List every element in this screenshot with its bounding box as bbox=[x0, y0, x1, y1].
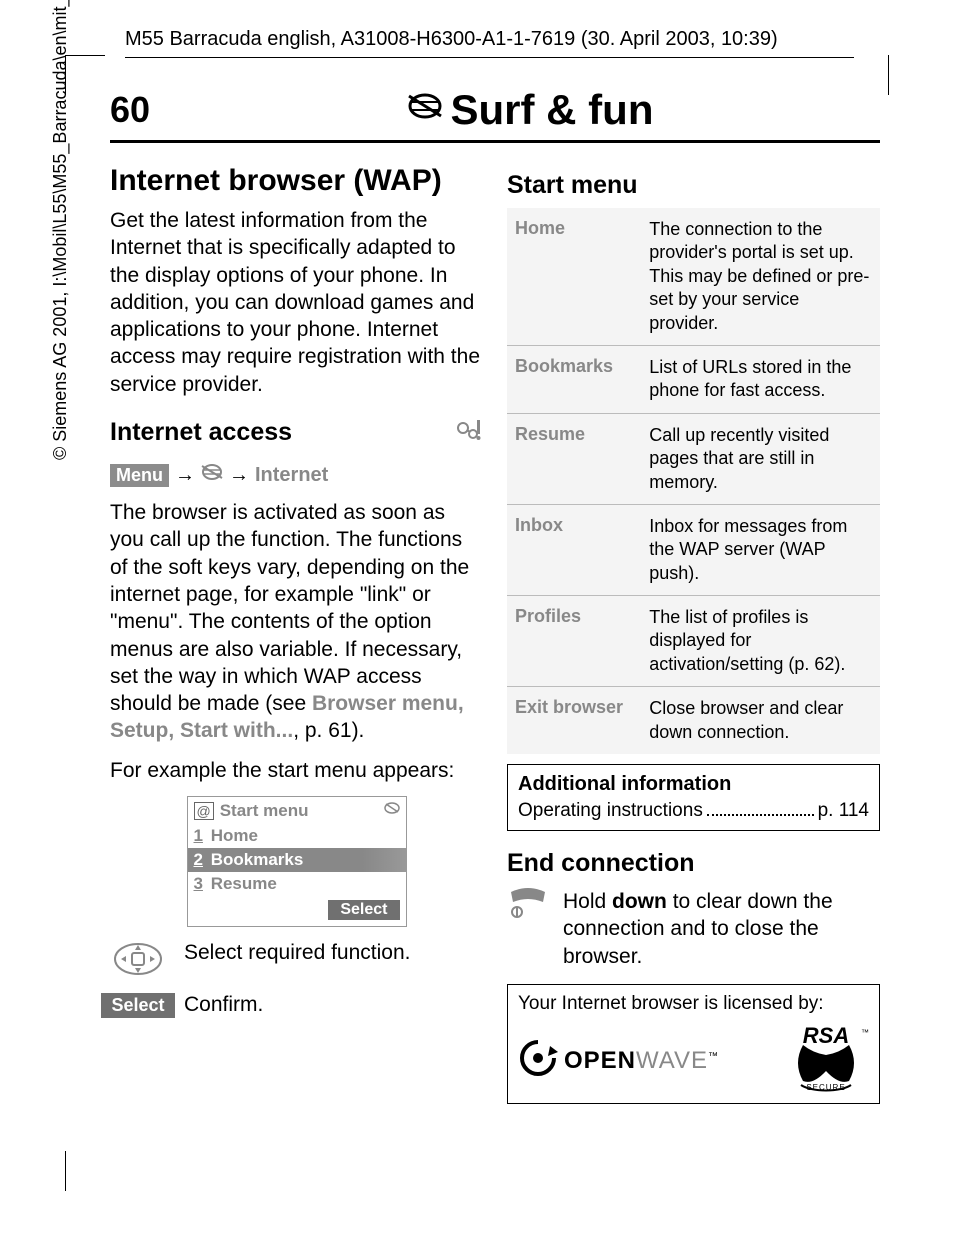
crop-mark-bl bbox=[65, 1151, 105, 1191]
heading-wap: Internet browser (WAP) bbox=[110, 163, 483, 199]
rsa-logo: RSA ™ SECURE bbox=[783, 1023, 869, 1099]
copyright-sidebar: © Siemens AG 2001, I:\Mobil\L55\M55_Barr… bbox=[50, 0, 71, 460]
instruction-confirm: Select Confirm. bbox=[110, 993, 483, 1018]
additional-info-line: Operating instructions p. 114 bbox=[518, 800, 869, 822]
menu-desc: Inbox for messages from the WAP server (… bbox=[641, 504, 880, 595]
page-title: Surf & fun bbox=[180, 86, 880, 134]
instruction-confirm-text: Confirm. bbox=[184, 993, 483, 1017]
heading-internet-access: Internet access bbox=[110, 418, 292, 447]
svg-text:RSA: RSA bbox=[803, 1023, 849, 1048]
menu-path: Menu → → Internet bbox=[110, 461, 483, 489]
table-row: InboxInbox for messages from the WAP ser… bbox=[507, 504, 880, 595]
additional-info-box: Additional information Operating instruc… bbox=[507, 764, 880, 831]
phone-screen-mock: @ Start menu 1 Home 2 Bookmarks 3 Resume… bbox=[187, 796, 407, 927]
page-body: 60 Surf & fun Internet browser (WAP) Get… bbox=[110, 86, 880, 1104]
screen-title: Start menu bbox=[220, 801, 309, 821]
openwave-logo: OPENWAVE™ bbox=[518, 1038, 719, 1084]
page-header: 60 Surf & fun bbox=[110, 86, 880, 143]
menu-desc: List of URLs stored in the phone for fas… bbox=[641, 345, 880, 413]
page-number: 60 bbox=[110, 89, 180, 131]
heading-start-menu: Start menu bbox=[507, 171, 880, 200]
path-internet-label: Internet bbox=[255, 464, 328, 487]
svg-text:SECURE: SECURE bbox=[806, 1083, 845, 1092]
intro-paragraph: Get the latest information from the Inte… bbox=[110, 207, 483, 398]
crop-mark-tl bbox=[65, 55, 105, 95]
screen-item-resume: 3 Resume bbox=[188, 872, 406, 896]
right-column: Start menu HomeThe connection to the pro… bbox=[507, 163, 880, 1104]
menu-desc: Call up recently visited pages that are … bbox=[641, 413, 880, 504]
openwave-icon bbox=[518, 1038, 558, 1084]
table-row: ProfilesThe list of profiles is displaye… bbox=[507, 596, 880, 687]
screen-item-bookmarks: 2 Bookmarks bbox=[188, 848, 406, 872]
activation-paragraph: The browser is activated as soon as you … bbox=[110, 499, 483, 745]
license-logos: OPENWAVE™ RSA ™ SECURE bbox=[518, 1023, 869, 1099]
svg-text:™: ™ bbox=[861, 1028, 869, 1037]
arrow-icon: → bbox=[229, 464, 249, 487]
table-row: HomeThe connection to the provider's por… bbox=[507, 208, 880, 345]
instruction-navigate: Select required function. bbox=[110, 941, 483, 977]
softkey-select: Select bbox=[328, 900, 399, 920]
instruction-navigate-text: Select required function. bbox=[184, 941, 483, 965]
menu-label: Profiles bbox=[507, 596, 641, 687]
menu-label: Inbox bbox=[507, 504, 641, 595]
surf-icon-small bbox=[201, 461, 223, 489]
end-connection-row: Hold down to clear down the connection a… bbox=[507, 888, 880, 970]
menu-desc: Close browser and clear down connection. bbox=[641, 687, 880, 754]
menu-label: Resume bbox=[507, 413, 641, 504]
heading-end-connection: End connection bbox=[507, 849, 880, 878]
start-menu-table: HomeThe connection to the provider's por… bbox=[507, 208, 880, 754]
screen-titlebar: @ Start menu bbox=[188, 797, 406, 824]
internet-access-heading-row: Internet access bbox=[110, 410, 483, 455]
table-row: Exit browserClose browser and clear down… bbox=[507, 687, 880, 754]
left-column: Internet browser (WAP) Get the latest in… bbox=[110, 163, 483, 1104]
arrow-icon: → bbox=[175, 464, 195, 487]
content-columns: Internet browser (WAP) Get the latest in… bbox=[110, 163, 880, 1104]
screen-item-home: 1 Home bbox=[188, 824, 406, 848]
page-title-text: Surf & fun bbox=[451, 86, 654, 134]
running-head: M55 Barracuda english, A31008-H6300-A1-1… bbox=[125, 28, 854, 58]
menu-label: Bookmarks bbox=[507, 345, 641, 413]
menu-label: Exit browser bbox=[507, 687, 641, 754]
network-key-icon bbox=[455, 416, 483, 449]
additional-info-title: Additional information bbox=[518, 773, 869, 796]
screen-softkey-row: Select bbox=[188, 896, 406, 926]
navigation-key-icon bbox=[110, 941, 166, 977]
license-line: Your Internet browser is licensed by: bbox=[518, 993, 869, 1015]
menu-desc: The list of profiles is displayed for ac… bbox=[641, 596, 880, 687]
end-connection-text: Hold down to clear down the connection a… bbox=[563, 888, 880, 970]
table-row: ResumeCall up recently visited pages tha… bbox=[507, 413, 880, 504]
surf-icon bbox=[407, 86, 443, 134]
select-badge-icon: Select bbox=[110, 993, 166, 1018]
example-line: For example the start menu appears: bbox=[110, 757, 483, 784]
hangup-key-icon bbox=[507, 888, 549, 925]
menu-badge: Menu bbox=[110, 464, 169, 487]
surf-icon-small bbox=[384, 800, 400, 821]
license-box: Your Internet browser is licensed by: OP… bbox=[507, 984, 880, 1104]
at-icon: @ bbox=[194, 802, 214, 820]
table-row: BookmarksList of URLs stored in the phon… bbox=[507, 345, 880, 413]
menu-label: Home bbox=[507, 208, 641, 345]
menu-desc: The connection to the provider's portal … bbox=[641, 208, 880, 345]
